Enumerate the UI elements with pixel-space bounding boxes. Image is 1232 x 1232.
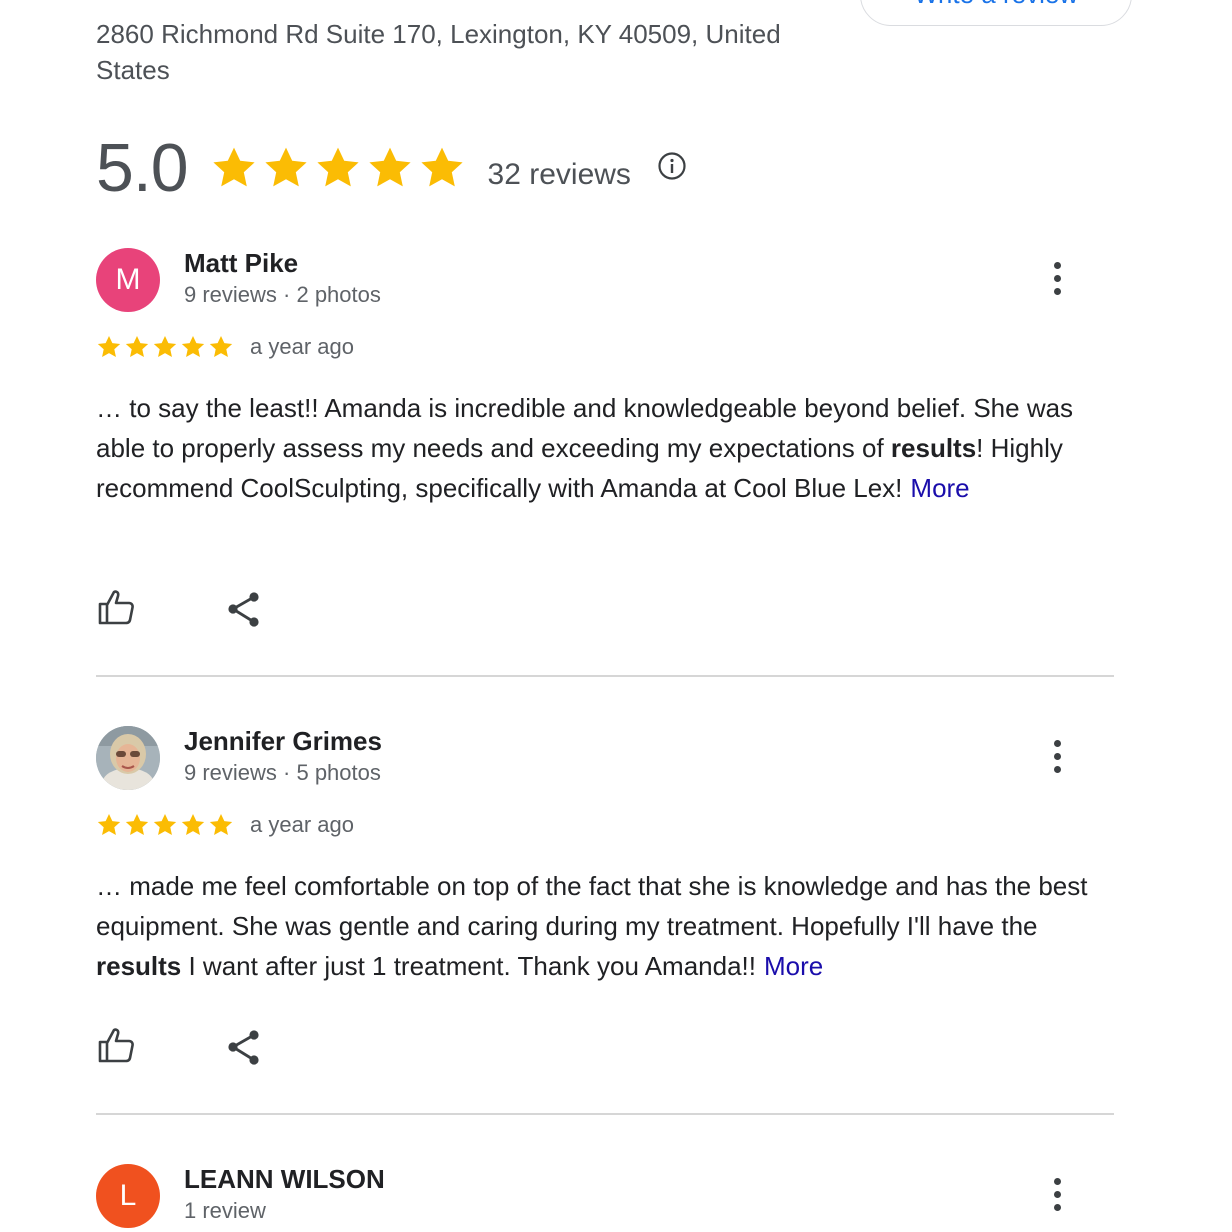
star-icon	[125, 813, 149, 835]
more-vert-icon[interactable]	[1040, 734, 1074, 778]
write-review-button[interactable]: Write a review	[860, 0, 1132, 26]
review-divider	[96, 1113, 1114, 1115]
average-rating-stars	[210, 144, 466, 192]
more-link[interactable]: More	[910, 473, 969, 503]
review-text: … to say the least!! Amanda is incredibl…	[96, 393, 1074, 503]
info-icon[interactable]	[657, 151, 687, 181]
star-icon	[181, 813, 205, 835]
star-icon	[264, 147, 307, 187]
review-rating: a year ago	[96, 334, 354, 360]
star-icon	[153, 335, 177, 357]
share-icon[interactable]	[224, 1028, 264, 1068]
reviewer-meta: 9 reviews · 5 photos	[184, 760, 381, 785]
share-icon[interactable]	[224, 590, 264, 630]
review-stars	[96, 812, 234, 838]
reviewer-name[interactable]: LEANN WILSON	[184, 1164, 385, 1195]
star-icon	[420, 147, 463, 187]
thumbs-up-icon[interactable]	[96, 588, 136, 628]
business-address: 2860 Richmond Rd Suite 170, Lexington, K…	[96, 19, 781, 85]
average-rating: 5.0	[96, 130, 189, 206]
reviewer-name[interactable]: Jennifer Grimes	[184, 726, 382, 757]
more-vert-icon[interactable]	[1040, 256, 1074, 300]
reviewer-meta: 9 reviews · 2 photos	[184, 282, 381, 307]
star-icon	[97, 335, 121, 357]
star-icon	[209, 813, 233, 835]
more-vert-icon[interactable]	[1040, 1172, 1074, 1216]
thumbs-up-icon[interactable]	[96, 1026, 136, 1066]
star-icon	[212, 147, 255, 187]
reviewer-meta: 1 review	[184, 1198, 266, 1223]
star-icon	[316, 147, 359, 187]
star-icon	[125, 335, 149, 357]
avatar-photo	[96, 726, 160, 790]
star-icon	[368, 147, 411, 187]
review-rating: a year ago	[96, 812, 354, 838]
rating-summary: 5.0 32 reviews	[96, 128, 687, 208]
review-stars	[96, 334, 234, 360]
star-icon	[181, 335, 205, 357]
review-date: a year ago	[250, 334, 354, 359]
avatar[interactable]: M	[96, 248, 160, 312]
star-icon	[153, 813, 177, 835]
review-date: a year ago	[250, 812, 354, 837]
more-link[interactable]: More	[764, 951, 823, 981]
star-icon	[209, 335, 233, 357]
review-divider	[96, 675, 1114, 677]
star-icon	[97, 813, 121, 835]
avatar[interactable]: L	[96, 1164, 160, 1228]
reviewer-name[interactable]: Matt Pike	[184, 248, 298, 279]
avatar[interactable]	[96, 726, 160, 790]
review-text: … made me feel comfortable on top of the…	[96, 871, 1088, 981]
review-count-link[interactable]: 32 reviews	[488, 158, 631, 192]
